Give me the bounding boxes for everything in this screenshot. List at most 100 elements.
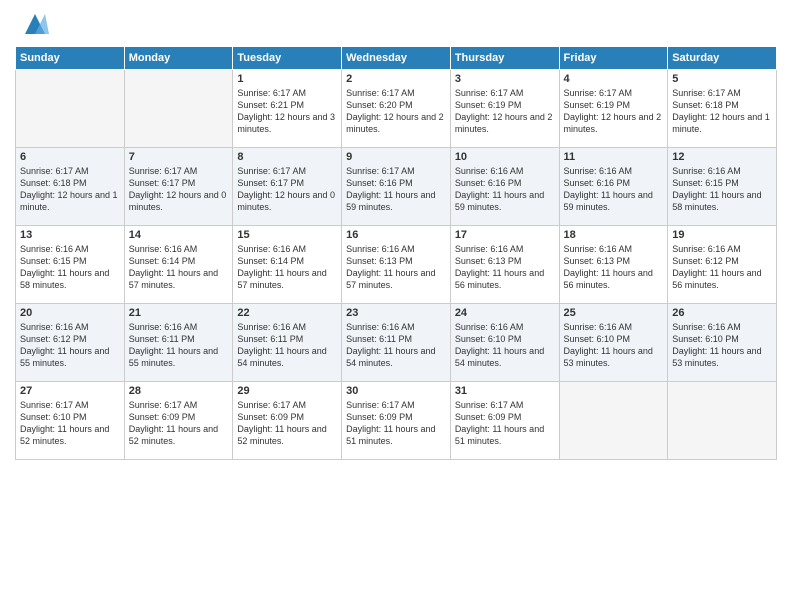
calendar-cell: 25 Sunrise: 6:16 AM Sunset: 6:10 PM Dayli… xyxy=(559,304,668,382)
logo xyxy=(15,10,49,38)
day-number: 21 xyxy=(129,307,229,319)
day-info: Sunrise: 6:16 AM Sunset: 6:13 PM Dayligh… xyxy=(564,243,664,292)
calendar-cell: 9 Sunrise: 6:17 AM Sunset: 6:16 PM Daylig… xyxy=(342,148,451,226)
page: SundayMondayTuesdayWednesdayThursdayFrid… xyxy=(0,0,792,612)
week-row-1: 1 Sunrise: 6:17 AM Sunset: 6:21 PM Daylig… xyxy=(16,70,777,148)
day-number: 5 xyxy=(672,73,772,85)
calendar-cell: 8Sunrise: 6:17 AM Sunset: 6:17 PM Daylig… xyxy=(233,148,342,226)
day-number: 28 xyxy=(129,385,229,397)
weekday-header-monday: Monday xyxy=(124,47,233,70)
day-number: 9 xyxy=(346,151,446,163)
day-info: Sunrise: 6:17 AM Sunset: 6:10 PM Dayligh… xyxy=(20,399,120,448)
calendar-cell: 19 Sunrise: 6:16 AM Sunset: 6:12 PM Dayli… xyxy=(668,226,777,304)
day-info: Sunrise: 6:16 AM Sunset: 6:10 PM Dayligh… xyxy=(672,321,772,370)
calendar-cell: 4Sunrise: 6:17 AM Sunset: 6:19 PM Daylig… xyxy=(559,70,668,148)
day-info: Sunrise: 6:17 AM Sunset: 6:20 PM Dayligh… xyxy=(346,87,446,136)
day-info: Sunrise: 6:16 AM Sunset: 6:16 PM Dayligh… xyxy=(455,165,555,214)
day-info: Sunrise: 6:16 AM Sunset: 6:14 PM Dayligh… xyxy=(129,243,229,292)
weekday-header-saturday: Saturday xyxy=(668,47,777,70)
week-row-5: 27 Sunrise: 6:17 AM Sunset: 6:10 PM Dayli… xyxy=(16,382,777,460)
day-number: 25 xyxy=(564,307,664,319)
day-info: Sunrise: 6:17 AM Sunset: 6:09 PM Dayligh… xyxy=(237,399,337,448)
day-info: Sunrise: 6:17 AM Sunset: 6:21 PM Dayligh… xyxy=(237,87,337,136)
day-number: 15 xyxy=(237,229,337,241)
header xyxy=(15,10,777,38)
day-info: Sunrise: 6:16 AM Sunset: 6:10 PM Dayligh… xyxy=(564,321,664,370)
calendar-cell xyxy=(16,70,125,148)
calendar-cell: 13 Sunrise: 6:16 AM Sunset: 6:15 PM Dayli… xyxy=(16,226,125,304)
day-info: Sunrise: 6:17 AM Sunset: 6:16 PM Dayligh… xyxy=(346,165,446,214)
calendar: SundayMondayTuesdayWednesdayThursdayFrid… xyxy=(15,46,777,460)
calendar-cell: 22 Sunrise: 6:16 AM Sunset: 6:11 PM Dayli… xyxy=(233,304,342,382)
day-info: Sunrise: 6:17 AM Sunset: 6:17 PM Dayligh… xyxy=(129,165,229,214)
day-info: Sunrise: 6:16 AM Sunset: 6:12 PM Dayligh… xyxy=(672,243,772,292)
calendar-cell: 6 Sunrise: 6:17 AM Sunset: 6:18 PM Daylig… xyxy=(16,148,125,226)
calendar-body: 1 Sunrise: 6:17 AM Sunset: 6:21 PM Daylig… xyxy=(16,70,777,460)
calendar-cell: 20Sunrise: 6:16 AM Sunset: 6:12 PM Dayli… xyxy=(16,304,125,382)
calendar-cell: 1 Sunrise: 6:17 AM Sunset: 6:21 PM Daylig… xyxy=(233,70,342,148)
day-number: 13 xyxy=(20,229,120,241)
day-info: Sunrise: 6:16 AM Sunset: 6:14 PM Dayligh… xyxy=(237,243,337,292)
calendar-cell: 7 Sunrise: 6:17 AM Sunset: 6:17 PM Daylig… xyxy=(124,148,233,226)
calendar-cell: 5 Sunrise: 6:17 AM Sunset: 6:18 PM Daylig… xyxy=(668,70,777,148)
day-info: Sunrise: 6:17 AM Sunset: 6:18 PM Dayligh… xyxy=(672,87,772,136)
calendar-cell: 18 Sunrise: 6:16 AM Sunset: 6:13 PM Dayli… xyxy=(559,226,668,304)
day-number: 22 xyxy=(237,307,337,319)
week-row-3: 13 Sunrise: 6:16 AM Sunset: 6:15 PM Dayli… xyxy=(16,226,777,304)
calendar-cell: 29 Sunrise: 6:17 AM Sunset: 6:09 PM Dayli… xyxy=(233,382,342,460)
calendar-cell: 2Sunrise: 6:17 AM Sunset: 6:20 PM Daylig… xyxy=(342,70,451,148)
day-number: 29 xyxy=(237,385,337,397)
day-info: Sunrise: 6:16 AM Sunset: 6:15 PM Dayligh… xyxy=(20,243,120,292)
week-row-4: 20Sunrise: 6:16 AM Sunset: 6:12 PM Dayli… xyxy=(16,304,777,382)
calendar-cell: 27 Sunrise: 6:17 AM Sunset: 6:10 PM Dayli… xyxy=(16,382,125,460)
day-info: Sunrise: 6:16 AM Sunset: 6:15 PM Dayligh… xyxy=(672,165,772,214)
day-info: Sunrise: 6:17 AM Sunset: 6:18 PM Dayligh… xyxy=(20,165,120,214)
day-info: Sunrise: 6:16 AM Sunset: 6:16 PM Dayligh… xyxy=(564,165,664,214)
calendar-cell: 23Sunrise: 6:16 AM Sunset: 6:11 PM Dayli… xyxy=(342,304,451,382)
weekday-header-sunday: Sunday xyxy=(16,47,125,70)
calendar-cell: 16 Sunrise: 6:16 AM Sunset: 6:13 PM Dayli… xyxy=(342,226,451,304)
calendar-cell: 28 Sunrise: 6:17 AM Sunset: 6:09 PM Dayli… xyxy=(124,382,233,460)
day-number: 1 xyxy=(237,73,337,85)
calendar-cell xyxy=(559,382,668,460)
calendar-cell: 31Sunrise: 6:17 AM Sunset: 6:09 PM Dayli… xyxy=(450,382,559,460)
day-number: 18 xyxy=(564,229,664,241)
calendar-cell: 17 Sunrise: 6:16 AM Sunset: 6:13 PM Dayli… xyxy=(450,226,559,304)
day-number: 20 xyxy=(20,307,120,319)
week-row-2: 6 Sunrise: 6:17 AM Sunset: 6:18 PM Daylig… xyxy=(16,148,777,226)
day-info: Sunrise: 6:16 AM Sunset: 6:13 PM Dayligh… xyxy=(346,243,446,292)
day-number: 16 xyxy=(346,229,446,241)
day-number: 6 xyxy=(20,151,120,163)
weekday-header-friday: Friday xyxy=(559,47,668,70)
calendar-cell: 21 Sunrise: 6:16 AM Sunset: 6:11 PM Dayli… xyxy=(124,304,233,382)
day-number: 17 xyxy=(455,229,555,241)
day-number: 26 xyxy=(672,307,772,319)
calendar-header: SundayMondayTuesdayWednesdayThursdayFrid… xyxy=(16,47,777,70)
day-info: Sunrise: 6:16 AM Sunset: 6:10 PM Dayligh… xyxy=(455,321,555,370)
day-number: 14 xyxy=(129,229,229,241)
calendar-cell: 14 Sunrise: 6:16 AM Sunset: 6:14 PM Dayli… xyxy=(124,226,233,304)
day-info: Sunrise: 6:16 AM Sunset: 6:11 PM Dayligh… xyxy=(237,321,337,370)
day-info: Sunrise: 6:16 AM Sunset: 6:11 PM Dayligh… xyxy=(129,321,229,370)
day-number: 7 xyxy=(129,151,229,163)
day-info: Sunrise: 6:17 AM Sunset: 6:19 PM Dayligh… xyxy=(564,87,664,136)
weekday-row: SundayMondayTuesdayWednesdayThursdayFrid… xyxy=(16,47,777,70)
weekday-header-tuesday: Tuesday xyxy=(233,47,342,70)
day-info: Sunrise: 6:16 AM Sunset: 6:13 PM Dayligh… xyxy=(455,243,555,292)
calendar-cell: 30 Sunrise: 6:17 AM Sunset: 6:09 PM Dayli… xyxy=(342,382,451,460)
calendar-cell: 10 Sunrise: 6:16 AM Sunset: 6:16 PM Dayli… xyxy=(450,148,559,226)
day-number: 19 xyxy=(672,229,772,241)
calendar-cell: 15 Sunrise: 6:16 AM Sunset: 6:14 PM Dayli… xyxy=(233,226,342,304)
day-number: 30 xyxy=(346,385,446,397)
calendar-cell: 12Sunrise: 6:16 AM Sunset: 6:15 PM Dayli… xyxy=(668,148,777,226)
weekday-header-thursday: Thursday xyxy=(450,47,559,70)
day-number: 27 xyxy=(20,385,120,397)
logo-icon xyxy=(21,10,49,38)
day-info: Sunrise: 6:17 AM Sunset: 6:09 PM Dayligh… xyxy=(346,399,446,448)
calendar-cell xyxy=(668,382,777,460)
day-info: Sunrise: 6:17 AM Sunset: 6:09 PM Dayligh… xyxy=(129,399,229,448)
day-number: 10 xyxy=(455,151,555,163)
day-number: 23 xyxy=(346,307,446,319)
calendar-cell: 11Sunrise: 6:16 AM Sunset: 6:16 PM Dayli… xyxy=(559,148,668,226)
calendar-cell: 26 Sunrise: 6:16 AM Sunset: 6:10 PM Dayli… xyxy=(668,304,777,382)
